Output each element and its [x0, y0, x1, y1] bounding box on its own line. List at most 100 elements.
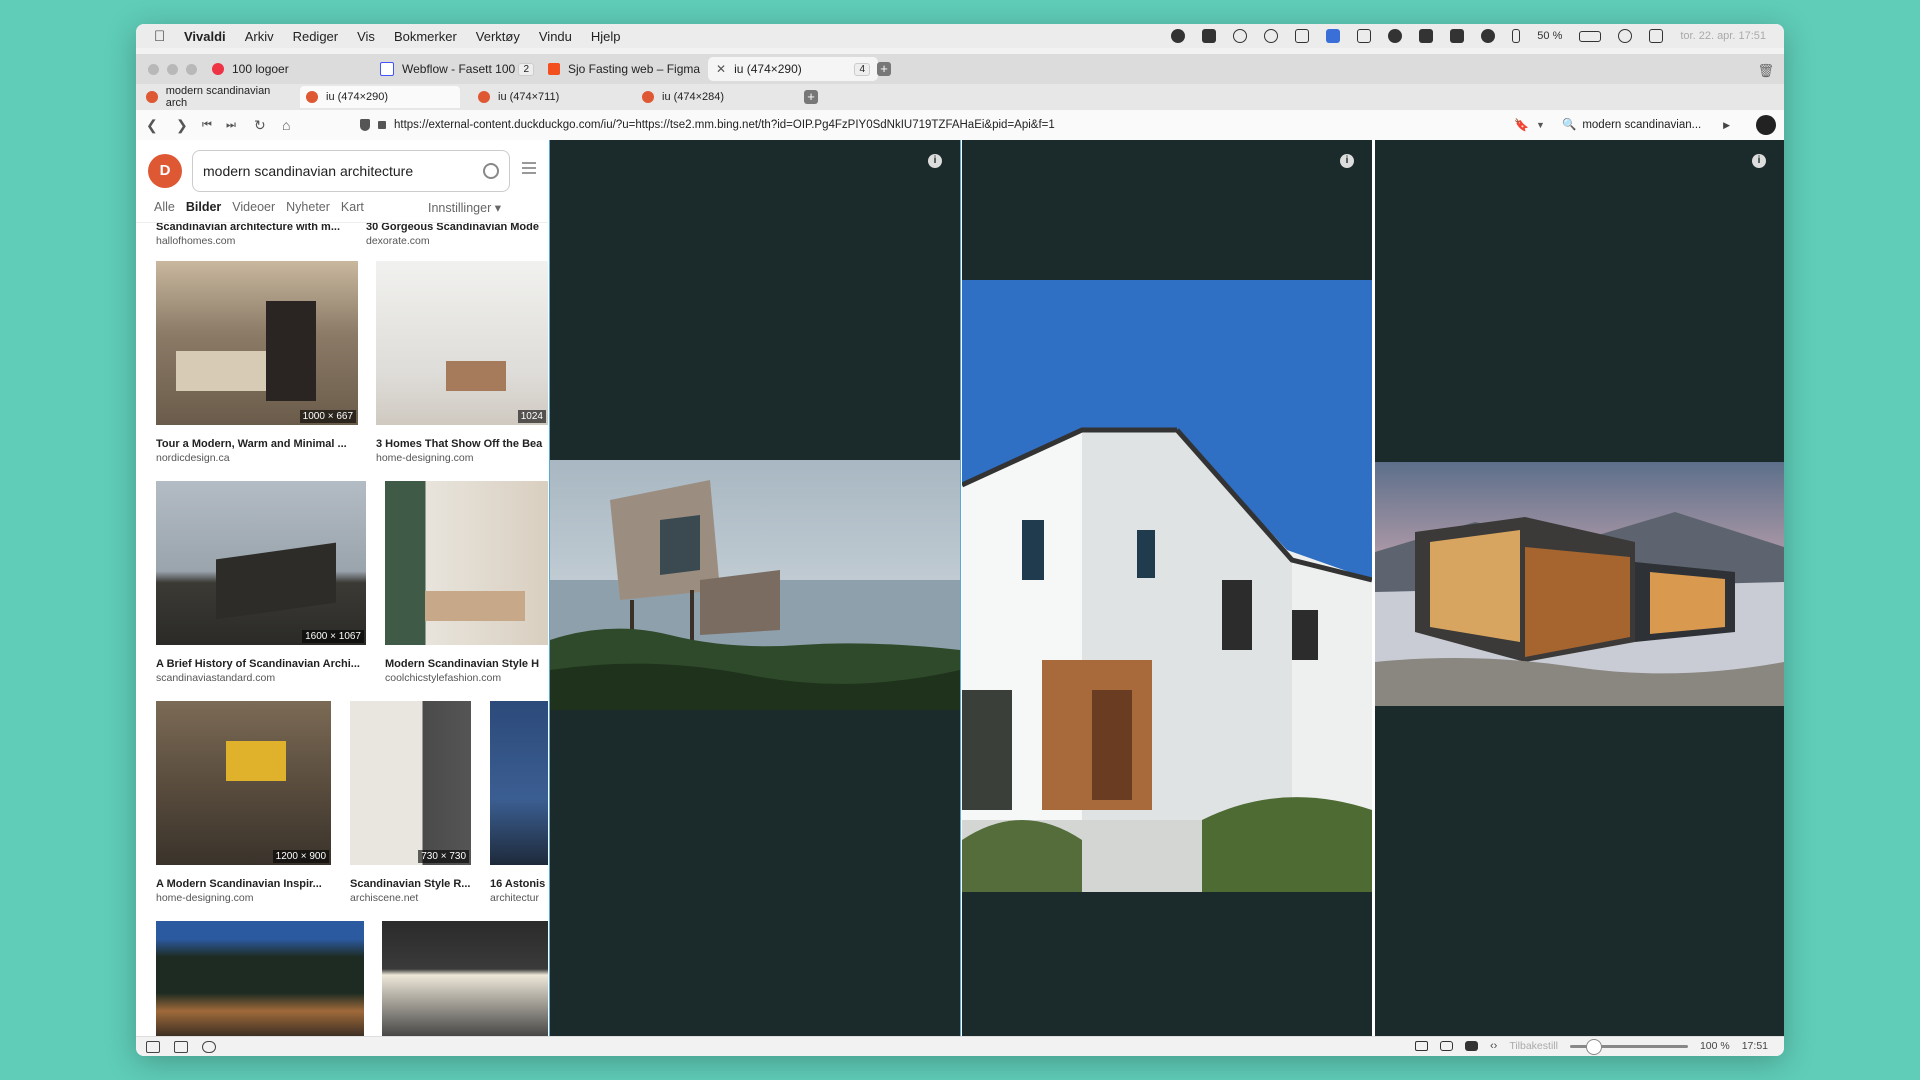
image-panel-3[interactable]: i [1375, 140, 1784, 1036]
menu-bokmerker[interactable]: Bokmerker [394, 29, 457, 44]
subtab-iu-284[interactable]: iu (474×284) [636, 86, 796, 108]
bluetooth-icon[interactable] [1512, 29, 1521, 43]
result-card[interactable]: 730 × 730 Scandinavian Style R... archis… [350, 701, 471, 904]
result-thumbnail[interactable] [382, 921, 548, 1036]
forward-icon[interactable]: ❯ [176, 117, 188, 134]
chevron-down-icon[interactable]: ▼ [1536, 120, 1545, 130]
menu-arkiv[interactable]: Arkiv [245, 29, 274, 44]
result-thumbnail[interactable]: 1600 × 1067 [156, 481, 366, 645]
gear-icon[interactable] [1481, 29, 1496, 43]
search-field[interactable]: 🔍 modern scandinavian... ▶ [1562, 115, 1730, 135]
tab-100-logoer[interactable]: 100 logoer [204, 57, 374, 81]
control-center-icon[interactable] [1649, 29, 1664, 43]
result-thumbnail[interactable]: 1024 [376, 261, 548, 425]
result-thumbnail[interactable] [385, 481, 548, 645]
battery-percent: 50 % [1537, 30, 1563, 42]
image-panel-2[interactable]: i [962, 140, 1372, 1036]
cloud-sync-icon[interactable] [202, 1041, 216, 1053]
panel-toggle-icon[interactable] [146, 1041, 160, 1053]
result-card[interactable]: 16 Astonis architectur [490, 701, 548, 904]
result-card[interactable]: 1000 × 667 Tour a Modern, Warm and Minim… [156, 261, 358, 464]
image-panel-1[interactable]: i [549, 140, 961, 1036]
result-thumbnail[interactable] [490, 701, 548, 865]
subtab-ddg-search[interactable]: modern scandinavian arch [140, 85, 298, 109]
bookmark-icon[interactable]: 🔖 [1514, 118, 1529, 132]
reset-zoom-button[interactable]: Tilbakestill [1509, 1040, 1558, 1052]
apple-icon[interactable]:  [154, 28, 176, 45]
profile-avatar[interactable] [1756, 115, 1776, 135]
search-input[interactable]: modern scandinavian architecture [192, 150, 510, 192]
close-tab-icon[interactable]: ✕ [716, 62, 726, 76]
result-thumbnail[interactable]: 1000 × 667 [156, 261, 358, 425]
app-icon[interactable] [1326, 29, 1341, 43]
rewind-icon[interactable]: ⏮ [202, 119, 212, 132]
url-field[interactable]: https://external-content.duckduckgo.com/… [360, 115, 1670, 135]
reload-icon[interactable]: ↻ [254, 117, 266, 134]
fast-forward-icon[interactable]: ⏭ [226, 119, 236, 132]
new-tab-button[interactable]: + [877, 62, 891, 76]
info-icon[interactable]: i [928, 154, 942, 168]
info-icon[interactable]: i [1752, 154, 1766, 168]
result-card[interactable]: 30 Gorgeous Scandinavian Mode dexorate.c… [366, 223, 548, 247]
battery-icon[interactable] [1579, 30, 1602, 42]
search-icon[interactable] [483, 163, 499, 179]
wifi-icon[interactable] [1618, 29, 1633, 43]
code-icon[interactable]: ‹› [1490, 1040, 1497, 1052]
filter-kart[interactable]: Kart [341, 200, 364, 218]
window-panel-icon[interactable] [174, 1041, 188, 1053]
shield-icon[interactable] [360, 118, 370, 131]
info-icon[interactable]: i [1340, 154, 1354, 168]
tab-iu-active[interactable]: ✕ iu (474×290) 4 [708, 57, 878, 81]
filter-alle[interactable]: Alle [154, 200, 175, 218]
circle-icon[interactable] [1264, 29, 1279, 43]
home-icon[interactable]: ⌂ [282, 117, 290, 133]
dropbox-icon[interactable] [1202, 29, 1217, 43]
record-icon[interactable] [1171, 29, 1186, 43]
result-card[interactable] [156, 921, 364, 1036]
result-thumbnail[interactable]: 730 × 730 [350, 701, 471, 865]
filter-bilder[interactable]: Bilder [186, 200, 221, 218]
minimize-window-button[interactable] [167, 64, 178, 75]
password-icon[interactable] [1388, 29, 1403, 43]
subtab-iu-290[interactable]: iu (474×290) [300, 86, 460, 108]
new-subtab-button[interactable]: + [804, 90, 818, 104]
menu-hjelp[interactable]: Hjelp [591, 29, 621, 44]
image-icon[interactable] [1464, 1041, 1478, 1051]
filter-nyheter[interactable]: Nyheter [286, 200, 330, 218]
trash-icon[interactable]: 🗑 [1757, 63, 1774, 79]
result-card[interactable] [382, 921, 548, 1036]
tab-figma[interactable]: Sjo Fasting web – Figma [540, 57, 710, 81]
creative-cloud-icon[interactable] [1233, 29, 1248, 43]
close-window-button[interactable] [148, 64, 159, 75]
zoom-window-button[interactable] [186, 64, 197, 75]
result-card[interactable]: Scandinavian architecture with m... hall… [156, 223, 356, 247]
keyboard-icon[interactable] [1450, 29, 1465, 43]
result-card[interactable]: 1600 × 1067 A Brief History of Scandinav… [156, 481, 366, 684]
menu-vindu[interactable]: Vindu [539, 29, 572, 44]
result-card[interactable]: 1200 × 900 A Modern Scandinavian Inspir.… [156, 701, 331, 904]
zoom-slider-handle[interactable] [1585, 1038, 1602, 1055]
zoom-slider[interactable] [1569, 1038, 1688, 1055]
tile-icon[interactable] [1439, 1041, 1453, 1051]
subtab-iu-711[interactable]: iu (474×711) [472, 86, 632, 108]
result-card[interactable]: Modern Scandinavian Style H coolchicstyl… [385, 481, 548, 684]
menu-icon[interactable] [522, 162, 536, 177]
notes-icon[interactable] [1357, 29, 1372, 43]
duckduckgo-logo[interactable]: D [148, 154, 182, 188]
rocket-icon[interactable] [1419, 29, 1434, 43]
settings-dropdown[interactable]: Innstillinger ▾ [428, 200, 501, 215]
menu-vis[interactable]: Vis [357, 29, 375, 44]
back-icon[interactable]: ❮ [146, 117, 158, 134]
display-icon[interactable] [1295, 29, 1310, 43]
result-thumbnail[interactable] [156, 921, 364, 1036]
menu-rediger[interactable]: Rediger [293, 29, 339, 44]
result-card[interactable]: 1024 3 Homes That Show Off the Bea home-… [376, 261, 548, 464]
result-title: 3 Homes That Show Off the Bea [376, 438, 543, 450]
filter-videoer[interactable]: Videoer [232, 200, 275, 218]
search-go-icon[interactable]: ▶ [1723, 115, 1730, 135]
result-thumbnail[interactable]: 1200 × 900 [156, 701, 331, 865]
camera-icon[interactable] [1414, 1041, 1428, 1051]
menu-verktoy[interactable]: Verktøy [476, 29, 520, 44]
tab-webflow[interactable]: Webflow - Fasett 100 2 [372, 57, 542, 81]
menu-app[interactable]: Vivaldi [184, 29, 226, 44]
